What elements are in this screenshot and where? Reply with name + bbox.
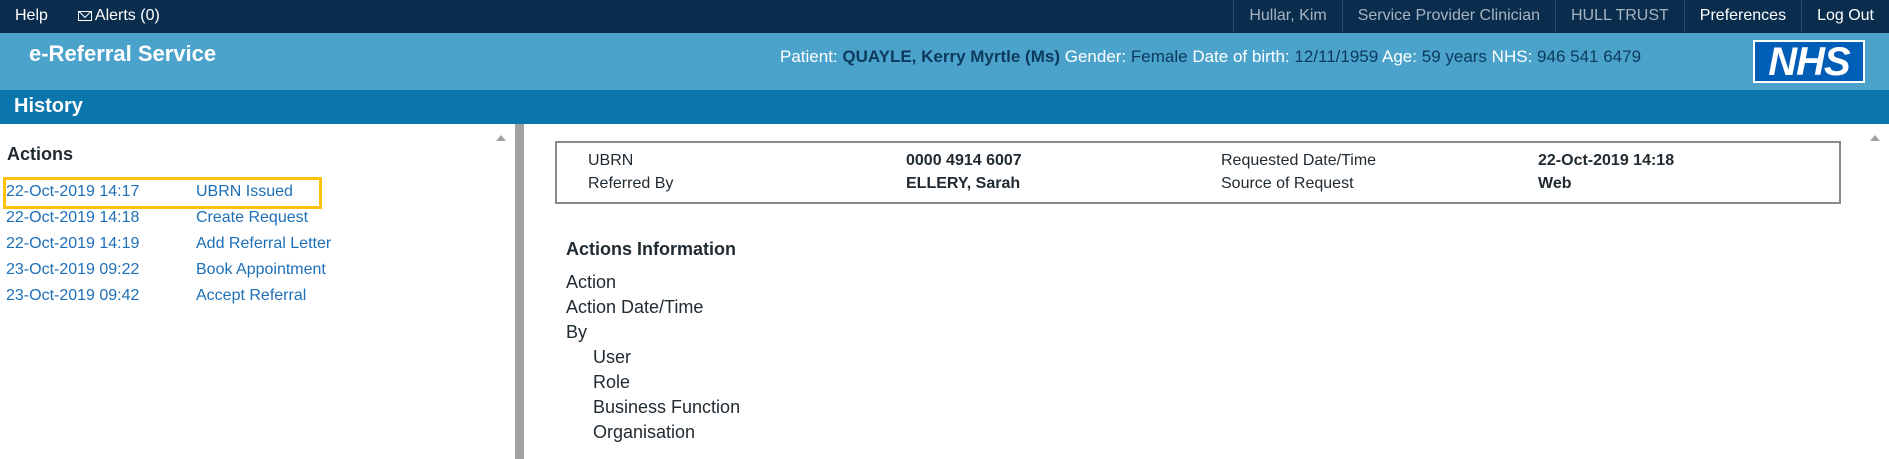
action-label: Book Appointment [196, 261, 326, 278]
action-label: Add Referral Letter [196, 235, 332, 252]
gender-value: Female [1130, 47, 1188, 66]
nhs-logo: NHS [1753, 40, 1865, 83]
action-label: UBRN Issued [196, 183, 293, 200]
patient-details: Patient: QUAYLE, Kerry Myrtle (Ms) Gende… [780, 47, 1641, 67]
app-title: e-Referral Service [29, 41, 217, 66]
preferences-link[interactable]: Preferences [1683, 0, 1801, 33]
ubrn-value: 0000 4914 6007 [906, 152, 1022, 169]
patient-name: QUAYLE, Kerry Myrtle (Ms) [842, 47, 1060, 66]
field-role: Role [593, 372, 631, 392]
action-date: 23-Oct-2019 09:42 [6, 287, 140, 304]
field-by: By [566, 322, 588, 342]
referred-by-label: Referred By [588, 175, 674, 192]
action-date: 22-Oct-2019 14:19 [6, 235, 140, 252]
field-action: Action [566, 272, 617, 292]
requested-value: 22-Oct-2019 14:18 [1538, 152, 1675, 169]
ubrn-label: UBRN [588, 152, 634, 169]
current-user: Hullar, Kim [1233, 0, 1341, 33]
action-date: 23-Oct-2019 09:22 [6, 261, 140, 278]
alerts-link[interactable]: Alerts (0) [63, 0, 175, 33]
actions-panel: Actions 22-Oct-2019 14:17 UBRN Issued 22… [0, 124, 490, 459]
patient-label: Patient: [780, 47, 838, 66]
alerts-label: Alerts (0) [94, 7, 160, 24]
panel-splitter[interactable] [515, 124, 524, 459]
nhs-label: NHS: [1491, 47, 1533, 66]
action-date: 22-Oct-2019 14:17 [6, 183, 140, 200]
action-label: Create Request [196, 209, 309, 226]
referred-by-value: ELLERY, Sarah [906, 175, 1021, 192]
dob-value: 12/11/1959 [1294, 47, 1379, 66]
page-title: History [0, 90, 1889, 124]
actions-heading: Actions [7, 144, 74, 164]
action-label: Accept Referral [196, 287, 307, 304]
current-role: Service Provider Clinician [1341, 0, 1555, 33]
actions-list: 22-Oct-2019 14:17 UBRN Issued 22-Oct-201… [3, 177, 486, 310]
action-item-add-referral-letter[interactable]: 22-Oct-2019 14:19 Add Referral Letter [6, 232, 486, 258]
dob-label: Date of birth: [1192, 47, 1290, 66]
action-item-accept-referral[interactable]: 23-Oct-2019 09:42 Accept Referral [6, 284, 486, 310]
nhs-number: 946 541 6479 [1537, 47, 1642, 66]
age-label: Age: [1382, 47, 1417, 66]
field-user: User [593, 347, 632, 367]
age-value: 59 years [1421, 47, 1487, 66]
actions-information-heading: Actions Information [566, 239, 736, 259]
action-item-create-request[interactable]: 22-Oct-2019 14:18 Create Request [6, 206, 486, 232]
action-item-book-appointment[interactable]: 23-Oct-2019 09:22 Book Appointment [6, 258, 486, 284]
action-item-ubrn-issued[interactable]: 22-Oct-2019 14:17 UBRN Issued [3, 177, 322, 209]
right-scroll-up-icon[interactable] [1870, 135, 1880, 141]
referral-summary: UBRN 0000 4914 6007 Requested Date/Time … [555, 141, 1841, 204]
requested-label: Requested Date/Time [1221, 152, 1377, 169]
gender-label: Gender: [1064, 47, 1127, 66]
logout-link[interactable]: Log Out [1801, 0, 1889, 33]
current-organisation: HULL TRUST [1555, 0, 1684, 33]
source-label: Source of Request [1221, 175, 1354, 192]
top-navigation-bar: Help Alerts (0) Hullar, Kim Service Prov… [0, 0, 1889, 33]
field-organisation: Organisation [593, 422, 696, 442]
action-date: 22-Oct-2019 14:18 [6, 209, 140, 226]
source-value: Web [1538, 175, 1572, 192]
envelope-icon [77, 11, 92, 21]
field-action-datetime: Action Date/Time [566, 297, 704, 317]
field-business-function: Business Function [593, 397, 741, 417]
patient-banner: e-Referral Service Patient: QUAYLE, Kerr… [0, 33, 1889, 90]
help-link[interactable]: Help [0, 0, 63, 33]
left-scroll-up-icon[interactable] [496, 135, 506, 141]
